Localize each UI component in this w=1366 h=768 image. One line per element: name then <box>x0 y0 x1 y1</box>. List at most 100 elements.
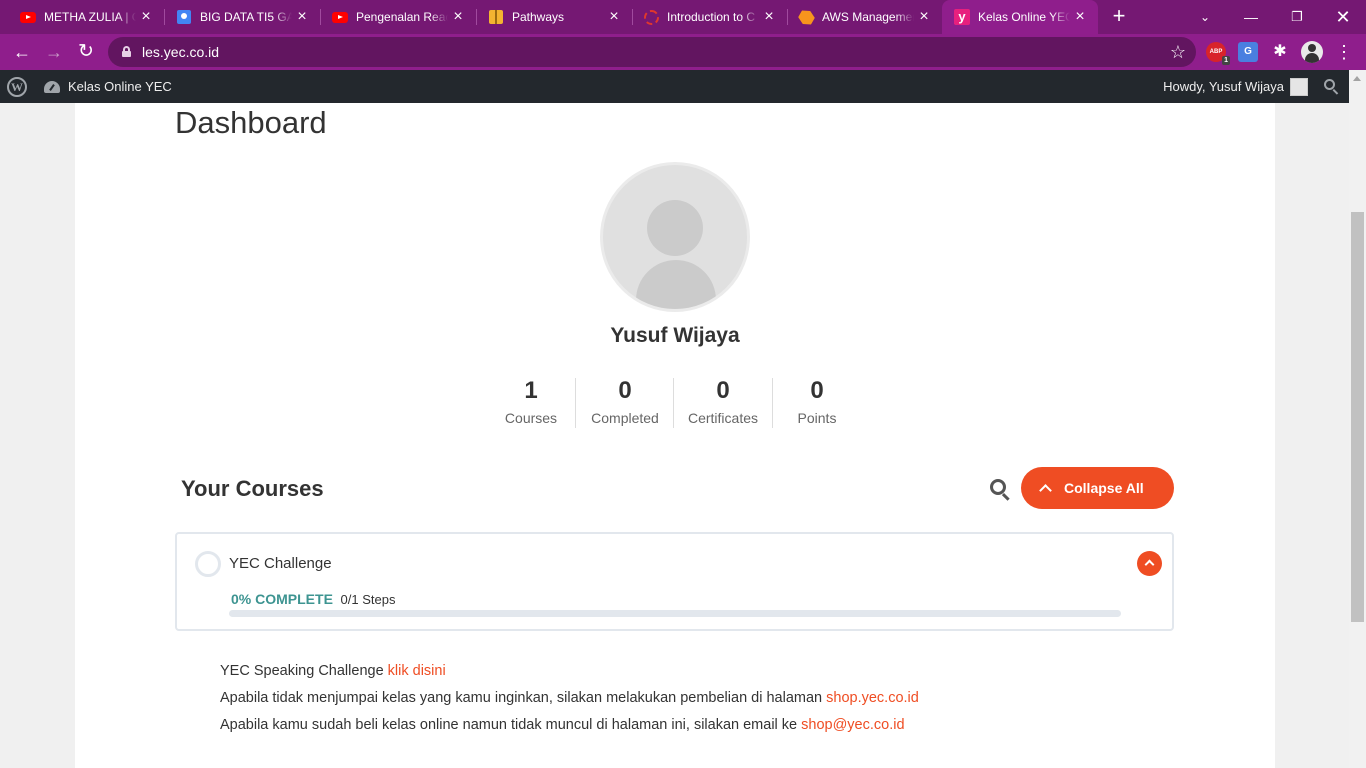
close-window-button[interactable]: ✕ <box>1320 0 1366 34</box>
close-icon[interactable]: × <box>606 9 622 25</box>
abp-badge: 1 <box>1222 56 1230 65</box>
close-icon[interactable]: × <box>450 9 466 25</box>
profile-avatar[interactable] <box>1301 41 1323 63</box>
browser-menu-icon[interactable]: ⋮ <box>1334 38 1354 66</box>
extensions-icon[interactable]: ✱ <box>1270 42 1290 62</box>
stat-points: 0 Points <box>777 376 857 426</box>
progress-percent: 0% COMPLETE <box>231 591 333 607</box>
tab-big-data[interactable]: BIG DATA TI5 GA × <box>156 0 320 34</box>
package-icon <box>488 9 504 25</box>
collapse-all-label: Collapse All <box>1064 480 1144 496</box>
browser-toolbar: ← → ↻ les.yec.co.id ☆ ABP 1 G ✱ ⋮ <box>0 34 1366 70</box>
chevron-up-icon <box>1144 559 1155 570</box>
progress-bar <box>229 610 1121 617</box>
note-line-1: YEC Speaking Challenge klik disini <box>220 658 919 685</box>
search-icon[interactable] <box>1324 79 1340 95</box>
tab-title: BIG DATA TI5 GA <box>200 10 292 24</box>
avatar-head <box>647 200 703 256</box>
tab-pengenalan-react[interactable]: Pengenalan Reac × <box>312 0 476 34</box>
close-icon[interactable]: × <box>1072 9 1088 25</box>
tab-title: Pengenalan Reac <box>356 10 448 24</box>
stat-label: Courses <box>504 410 558 426</box>
stat-label: Points <box>797 410 837 426</box>
course-status-circle-icon <box>195 551 221 577</box>
speaking-challenge-link[interactable]: klik disini <box>388 663 446 679</box>
url-text[interactable]: les.yec.co.id <box>142 44 219 60</box>
course-expand-button[interactable] <box>1137 551 1162 576</box>
tab-title: Pathways <box>512 10 565 24</box>
tab-introduction[interactable]: Introduction to C × <box>623 0 787 34</box>
tab-search-button[interactable]: ⌄ <box>1182 0 1228 34</box>
stat-value: 1 <box>524 377 538 404</box>
wordpress-logo-icon[interactable]: W <box>7 77 27 97</box>
youtube-icon <box>332 9 348 25</box>
course-search-icon[interactable] <box>990 479 1012 501</box>
aws-cube-icon <box>798 9 814 25</box>
close-icon[interactable]: × <box>138 9 154 25</box>
chevron-up-icon <box>1039 484 1052 497</box>
tab-pathways[interactable]: Pathways × <box>468 0 632 34</box>
adblock-plus-icon[interactable]: ABP 1 <box>1206 42 1230 65</box>
google-translate-icon[interactable]: G <box>1238 42 1258 62</box>
abp-label: ABP <box>1209 49 1223 55</box>
wp-admin-bar: W Kelas Online YEC Howdy, Yusuf Wijaya <box>0 70 1366 103</box>
shop-link[interactable]: shop.yec.co.id <box>826 690 919 706</box>
lock-icon[interactable] <box>122 46 131 57</box>
stat-divider <box>673 378 674 428</box>
minimize-button[interactable]: — <box>1228 0 1274 34</box>
scroll-up-arrow-icon[interactable] <box>1353 76 1361 81</box>
course-title-link[interactable]: YEC Challenge <box>229 555 332 572</box>
youtube-icon <box>20 9 36 25</box>
info-notes: YEC Speaking Challenge klik disini Apabi… <box>220 658 919 739</box>
tab-title: METHA ZULIA | G <box>44 10 136 24</box>
page-title: Dashboard <box>175 105 327 140</box>
course-card: YEC Challenge 0% COMPLETE 0/1 Steps <box>175 532 1174 631</box>
note-line-2: Apabila tidak menjumpai kelas yang kamu … <box>220 685 919 712</box>
note-text: YEC Speaking Challenge <box>220 663 388 679</box>
forward-button[interactable]: → <box>40 38 68 66</box>
course-progress-text: 0% COMPLETE 0/1 Steps <box>231 591 395 607</box>
stat-courses: 1 Courses <box>491 376 571 426</box>
close-icon[interactable]: × <box>761 9 777 25</box>
reload-button[interactable]: ↻ <box>72 38 100 66</box>
address-bar[interactable]: les.yec.co.id ☆ <box>108 37 1196 67</box>
bookmark-star-icon[interactable]: ☆ <box>1170 41 1186 63</box>
translate-label: G <box>1244 46 1252 57</box>
stat-value: 0 <box>716 377 730 404</box>
site-name-link[interactable]: Kelas Online YEC <box>68 79 172 94</box>
stat-label: Certificates <box>687 410 759 426</box>
collapse-all-button[interactable]: Collapse All <box>1021 467 1174 509</box>
stat-certificates: 0 Certificates <box>678 376 768 426</box>
yec-logo-icon: y <box>954 9 970 25</box>
your-courses-heading: Your Courses <box>181 476 324 501</box>
email-link[interactable]: shop@yec.co.id <box>801 717 904 733</box>
avatar-shoulders <box>636 260 716 309</box>
tab-kelas-online-yec[interactable]: y Kelas Online YEC × <box>942 0 1098 34</box>
dashboard-gauge-icon[interactable] <box>44 79 60 93</box>
note-text: Apabila tidak menjumpai kelas yang kamu … <box>220 690 827 706</box>
close-icon[interactable]: × <box>294 9 310 25</box>
stat-label: Completed <box>591 410 659 426</box>
tab-title: Kelas Online YEC <box>978 10 1070 24</box>
google-classroom-icon <box>176 9 192 25</box>
user-name: Yusuf Wijaya <box>610 324 740 347</box>
stat-value: 0 <box>618 377 632 404</box>
loading-ring-icon <box>643 9 659 25</box>
stat-divider <box>575 378 576 428</box>
tab-metha-zulia[interactable]: METHA ZULIA | G × <box>0 0 164 34</box>
stat-divider <box>772 378 773 428</box>
close-icon[interactable]: × <box>916 9 932 25</box>
howdy-user-link[interactable]: Howdy, Yusuf Wijaya <box>1163 79 1284 94</box>
tab-aws-management[interactable]: AWS Managemen × <box>778 0 942 34</box>
note-line-3: Apabila kamu sudah beli kelas online nam… <box>220 712 919 739</box>
back-button[interactable]: ← <box>8 38 36 66</box>
admin-avatar[interactable] <box>1290 78 1308 96</box>
tab-title: AWS Managemen <box>822 10 914 24</box>
note-text: Apabila kamu sudah beli kelas online nam… <box>220 717 802 733</box>
stat-value: 0 <box>810 377 824 404</box>
restore-button[interactable]: ❐ <box>1274 0 1320 34</box>
new-tab-button[interactable]: + <box>1108 5 1130 29</box>
stat-completed: 0 Completed <box>580 376 670 426</box>
scrollbar-thumb[interactable] <box>1351 212 1364 622</box>
tab-title: Introduction to C <box>667 10 756 24</box>
